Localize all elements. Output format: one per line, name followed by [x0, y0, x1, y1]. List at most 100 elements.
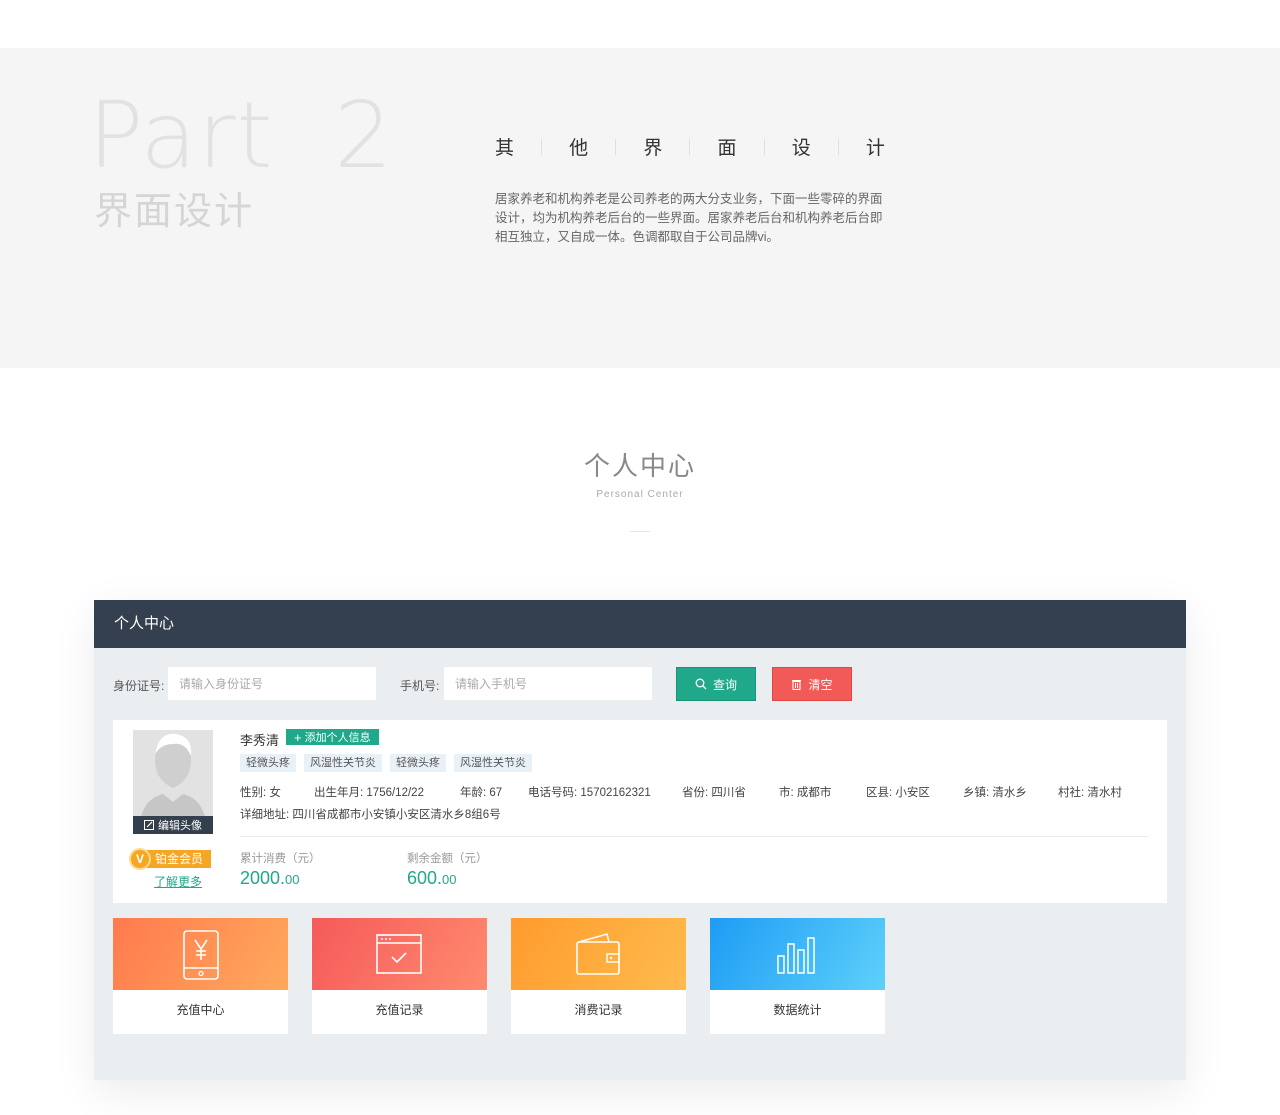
district-label: 区县:	[866, 787, 893, 799]
profile-card: 编辑头像 V 铂金会员 了解更多 李秀清 + 添加个人信息 轻微头疼 风湿性关节…	[113, 720, 1167, 903]
city-label: 市:	[779, 787, 794, 799]
province-field: 省份: 四川省	[682, 784, 779, 800]
title-char: 其	[495, 138, 515, 159]
age-value: 67	[489, 787, 503, 799]
address-field: 详细地址: 四川省成都市小安镇小安区清水乡8组6号	[240, 806, 501, 822]
gender-field: 性别: 女	[240, 784, 314, 800]
balance-label: 剩余金额（元）	[407, 853, 488, 865]
section-title: 个人中心	[583, 452, 696, 482]
title-separator	[689, 138, 691, 155]
spent-value: 2000.00	[240, 868, 300, 889]
personal-center-panel: 个人中心 身份证号: 手机号: 查询 清空 编辑头像 V 铂金会员	[94, 600, 1186, 1080]
phone-yuan-icon	[183, 930, 219, 980]
address-label: 详细地址:	[240, 809, 290, 821]
title-char: 面	[717, 138, 737, 159]
clear-button[interactable]: 清空	[772, 667, 852, 701]
town-label: 乡镇:	[963, 787, 990, 799]
wallet-icon	[576, 933, 620, 975]
health-tag: 轻微头疼	[390, 754, 446, 772]
title-char: 他	[569, 138, 589, 159]
province-label: 省份:	[682, 787, 709, 799]
tile-data-statistics[interactable]: 数据统计	[710, 918, 885, 1034]
detail-row: 性别: 女 出生年月: 1756/12/22 年龄: 67 电话号码: 1570…	[240, 784, 1122, 800]
age-field: 年龄: 67	[460, 784, 528, 800]
plus-icon: +	[294, 729, 302, 745]
city-field: 市: 成都市	[779, 784, 866, 800]
section-divider	[630, 531, 650, 532]
tile-consumption-records[interactable]: 消费记录	[511, 918, 686, 1034]
address-value: 四川省成都市小安镇小安区清水乡8组6号	[292, 809, 501, 821]
other-designs-title: 其 他 界 面 设 计	[495, 133, 885, 160]
province-value: 四川省	[711, 787, 746, 799]
birth-field: 出生年月: 1756/12/22	[314, 784, 460, 800]
gender-label: 性别:	[240, 787, 267, 799]
trash-icon	[792, 680, 802, 690]
phone-number-value: 15702162321	[580, 787, 651, 799]
card-divider	[240, 836, 1148, 837]
vip-icon: V	[129, 848, 151, 870]
phone-field: 电话号码: 15702162321	[528, 784, 682, 800]
intro-description: 居家养老和机构养老是公司养老的两大分支业务，下面一些零碎的界面设计，均为机构养老…	[495, 192, 883, 244]
phone-number-label: 电话号码:	[528, 787, 578, 799]
district-value: 小安区	[895, 787, 930, 799]
tile-label: 消费记录	[574, 1003, 623, 1017]
gender-value: 女	[269, 787, 281, 799]
tile-header	[710, 918, 885, 990]
query-button-label: 查询	[712, 677, 737, 692]
tile-label: 充值中心	[176, 1003, 225, 1017]
edit-avatar-button[interactable]: 编辑头像	[133, 816, 213, 834]
title-separator	[763, 138, 765, 155]
city-value: 成都市	[796, 787, 832, 799]
tile-header	[511, 918, 686, 990]
birth-label: 出生年月:	[314, 787, 364, 799]
district-field: 区县: 小安区	[866, 784, 963, 800]
edit-avatar-label: 编辑头像	[158, 820, 202, 832]
tile-header	[113, 918, 288, 990]
balance-decimal: 00	[442, 872, 457, 887]
health-tag: 风湿性关节炎	[454, 754, 532, 772]
balance-value: 600.00	[407, 868, 457, 889]
title-char: 界	[643, 138, 663, 159]
health-tags: 轻微头疼 风湿性关节炎 轻微头疼 风湿性关节炎	[240, 754, 532, 772]
phone-input[interactable]	[444, 667, 652, 700]
window-check-icon	[376, 934, 422, 974]
health-tag: 风湿性关节炎	[304, 754, 382, 772]
title-char: 计	[865, 138, 885, 159]
bar-chart-icon	[777, 937, 815, 974]
village-field: 村社: 清水村	[1058, 784, 1122, 800]
tile-recharge-center[interactable]: 充值中心	[113, 918, 288, 1034]
town-value: 清水乡	[992, 787, 1027, 799]
title-separator	[837, 138, 839, 155]
avatar[interactable]: 编辑头像	[133, 730, 213, 834]
edit-icon	[144, 820, 154, 830]
tile-label: 数据统计	[773, 1003, 822, 1017]
query-button[interactable]: 查询	[676, 667, 756, 701]
title-separator	[541, 138, 543, 155]
tile-label: 充值记录	[375, 1003, 424, 1017]
phone-label: 手机号:	[400, 679, 440, 693]
user-name: 李秀清	[240, 733, 280, 748]
clear-button-label: 清空	[808, 677, 833, 692]
tile-header	[312, 918, 487, 990]
title-separator	[615, 138, 617, 155]
learn-more-link[interactable]: 了解更多	[154, 873, 202, 890]
tile-recharge-records[interactable]: 充值记录	[312, 918, 487, 1034]
spent-decimal: 00	[285, 872, 300, 887]
age-label: 年龄:	[460, 787, 487, 799]
id-number-label: 身份证号:	[113, 679, 165, 693]
spent-integer: 2000.	[240, 868, 286, 888]
section-subtitle: Personal Center	[596, 489, 684, 500]
add-info-label: 添加个人信息	[304, 732, 371, 744]
part-title: Part 2	[88, 82, 394, 189]
member-badge: V 铂金会员	[129, 848, 212, 870]
panel-header: 个人中心	[94, 600, 1186, 648]
village-value: 清水村	[1087, 787, 1122, 799]
add-info-button[interactable]: + 添加个人信息	[286, 729, 379, 745]
village-label: 村社:	[1058, 787, 1085, 799]
id-number-input[interactable]	[168, 667, 376, 700]
title-char: 设	[791, 138, 811, 159]
health-tag: 轻微头疼	[240, 754, 296, 772]
member-level: 铂金会员	[141, 850, 212, 868]
birth-value: 1756/12/22	[366, 787, 424, 799]
town-field: 乡镇: 清水乡	[963, 784, 1058, 800]
